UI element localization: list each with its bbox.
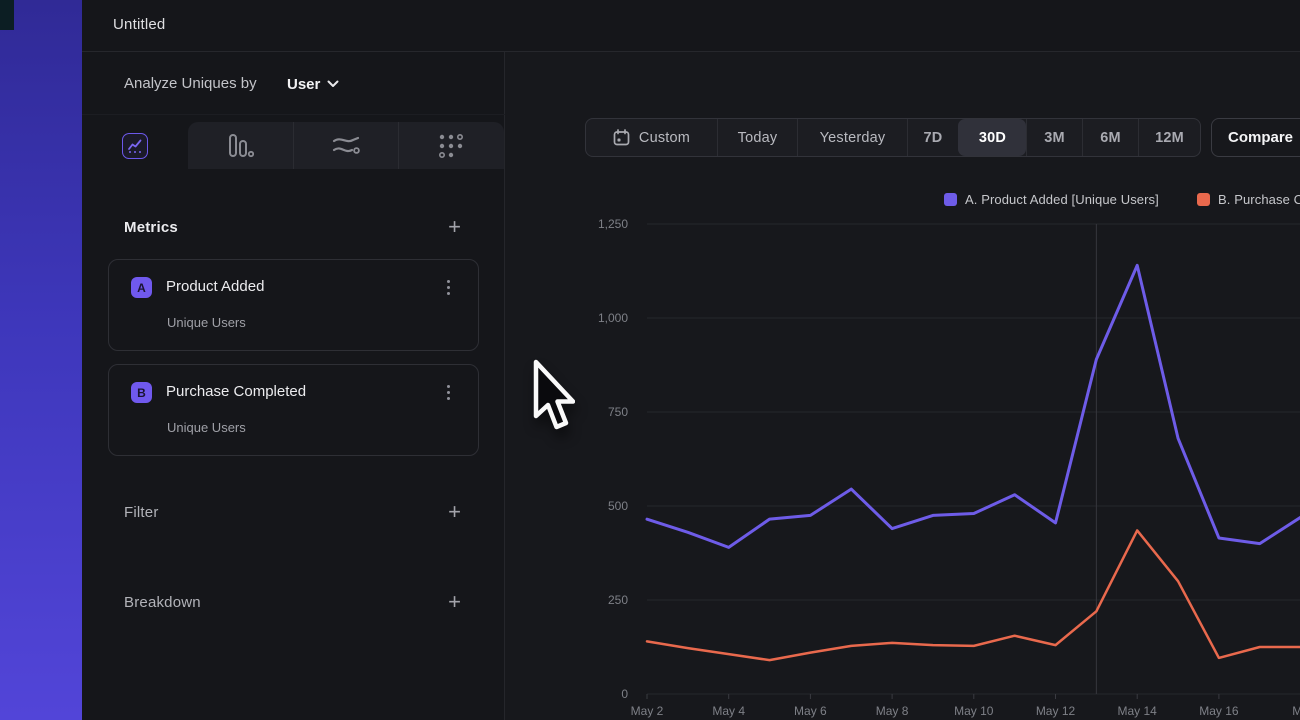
- x-axis-tick: May 12: [1026, 704, 1086, 718]
- tab-bar-chart[interactable]: [188, 122, 293, 169]
- dots-grid-icon: [438, 133, 464, 159]
- metric-subtitle: Unique Users: [167, 420, 246, 435]
- range-3m[interactable]: 3M: [1026, 119, 1082, 156]
- x-axis-tick: May 4: [699, 704, 759, 718]
- range-custom[interactable]: Custom: [586, 119, 717, 156]
- range-today[interactable]: Today: [717, 119, 797, 156]
- top-header: Untitled: [82, 0, 1300, 52]
- breakdown-row: Breakdown +: [124, 592, 463, 612]
- metric-badge-a: A: [131, 277, 152, 298]
- y-axis-tick: 1,000: [548, 311, 628, 325]
- metric-title: Product Added: [166, 278, 264, 295]
- add-breakdown-button[interactable]: +: [446, 593, 463, 611]
- tab-line-chart[interactable]: [82, 122, 187, 169]
- legend-item-b: B. Purchase C: [1197, 192, 1300, 207]
- mouse-cursor-icon: [529, 359, 575, 437]
- date-range-control: Custom Today Yesterday 7D 30D 3M 6M 12M: [585, 118, 1201, 157]
- metric-title: Purchase Completed: [166, 383, 306, 400]
- legend-swatch-a: [944, 193, 957, 206]
- add-filter-button[interactable]: +: [446, 503, 463, 521]
- tab-flow-chart[interactable]: [293, 122, 398, 169]
- x-axis-tick: May 6: [780, 704, 840, 718]
- corner-square: [0, 0, 14, 30]
- breakdown-label: Breakdown: [124, 594, 201, 611]
- kebab-menu-icon[interactable]: [440, 382, 456, 402]
- flow-chart-icon: [332, 134, 360, 158]
- tab-dots-grid[interactable]: [398, 122, 503, 169]
- x-axis-tick: May 8: [862, 704, 922, 718]
- y-axis-tick: 750: [548, 405, 628, 419]
- left-nav-strip: [0, 0, 82, 720]
- metrics-header: Metrics +: [124, 217, 463, 237]
- y-axis-tick: 250: [548, 593, 628, 607]
- report-title: Untitled: [113, 16, 165, 33]
- bar-chart-icon: [228, 133, 254, 159]
- range-30d[interactable]: 30D: [958, 119, 1026, 156]
- metrics-title: Metrics: [124, 219, 178, 236]
- x-axis-tick: Ma: [1271, 704, 1300, 718]
- chart-type-tabs: [82, 115, 505, 169]
- metric-card-a[interactable]: A Product Added Unique Users: [108, 259, 479, 351]
- metric-card-b[interactable]: B Purchase Completed Unique Users: [108, 364, 479, 456]
- range-12m[interactable]: 12M: [1138, 119, 1200, 156]
- filter-row: Filter +: [124, 502, 463, 522]
- x-axis-tick: May 10: [944, 704, 1004, 718]
- legend-item-a: A. Product Added [Unique Users]: [944, 192, 1159, 207]
- metric-subtitle: Unique Users: [167, 315, 246, 330]
- kebab-menu-icon[interactable]: [440, 277, 456, 297]
- query-sidebar: Analyze Uniques by User: [82, 52, 505, 720]
- legend-label: A. Product Added [Unique Users]: [965, 192, 1159, 207]
- range-6m[interactable]: 6M: [1082, 119, 1138, 156]
- line-chart-icon: [122, 133, 148, 159]
- y-axis-tick: 500: [548, 499, 628, 513]
- add-metric-button[interactable]: +: [446, 218, 463, 236]
- x-axis-tick: May 14: [1107, 704, 1167, 718]
- y-axis-tick: 1,250: [548, 217, 628, 231]
- range-yesterday[interactable]: Yesterday: [797, 119, 907, 156]
- compare-button[interactable]: Compare: [1211, 118, 1300, 157]
- metric-badge-b: B: [131, 382, 152, 403]
- analyze-by-select[interactable]: User: [287, 70, 339, 98]
- legend-label: B. Purchase C: [1218, 192, 1300, 207]
- y-axis-tick: 0: [548, 687, 628, 701]
- calendar-icon: [613, 129, 630, 146]
- range-7d[interactable]: 7D: [907, 119, 958, 156]
- analyze-row: Analyze Uniques by User: [82, 52, 505, 115]
- chevron-down-icon: [327, 80, 339, 88]
- legend-swatch-b: [1197, 193, 1210, 206]
- x-axis-tick: May 2: [617, 704, 677, 718]
- analyze-label: Analyze Uniques by: [124, 75, 257, 92]
- filter-label: Filter: [124, 504, 159, 521]
- x-axis-tick: May 16: [1189, 704, 1249, 718]
